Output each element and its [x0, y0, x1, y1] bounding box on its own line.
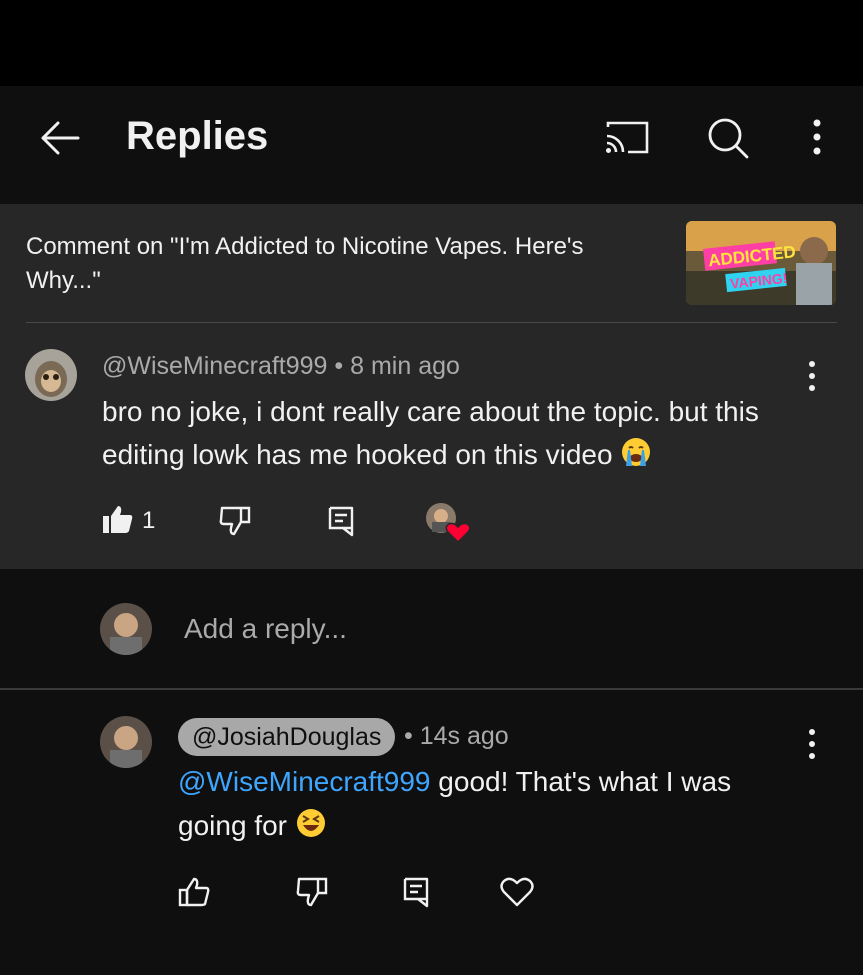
arrow-left-icon[interactable] [38, 120, 82, 156]
page-title: Replies [126, 114, 269, 158]
creator-heart-badge [425, 502, 471, 544]
comment-actions [176, 872, 576, 912]
mention-link[interactable]: @WiseMinecraft999 [178, 766, 431, 797]
comment-actions: 1 [100, 501, 500, 544]
separator-dot: • [404, 722, 413, 750]
dislike-icon[interactable] [219, 506, 251, 536]
video-thumbnail[interactable]: ADDICTED VAPING! [686, 221, 836, 305]
grinning-squinting-face-icon [296, 809, 325, 837]
comment-meta: • 14s ago [404, 722, 509, 751]
reply-icon[interactable] [402, 876, 430, 908]
comment-body: bro no joke, i dont really care about th… [102, 396, 759, 470]
like-icon[interactable] [178, 877, 210, 907]
like-count: 1 [142, 507, 156, 534]
divider [26, 322, 837, 323]
more-vertical-icon[interactable] [800, 360, 824, 392]
comment-body-line2: going for [178, 810, 287, 841]
dislike-icon[interactable] [296, 877, 328, 907]
avatar[interactable] [100, 716, 152, 768]
comment-time: 8 min ago [350, 352, 460, 380]
reply-composer: Add a reply... [0, 569, 863, 687]
heart-icon[interactable] [500, 877, 534, 907]
parent-comment-section: Comment on "I'm Addicted to Nicotine Vap… [0, 204, 863, 569]
separator-dot: • [334, 352, 344, 380]
comment-meta: @WiseMinecraft999 • 8 min ago [102, 352, 460, 381]
reply-icon[interactable] [327, 505, 355, 537]
comment-author[interactable]: @WiseMinecraft999 [102, 352, 327, 380]
status-bar [0, 0, 863, 86]
comment-body-line1: good! That's what I was [438, 766, 732, 797]
comment-text: @WiseMinecraft999 good! That's what I wa… [178, 760, 818, 848]
reply-comment: @JosiahDouglas • 14s ago @WiseMinecraft9… [0, 690, 863, 975]
avatar[interactable] [25, 349, 77, 401]
avatar [100, 603, 152, 655]
video-context-text[interactable]: Comment on "I'm Addicted to Nicotine Vap… [26, 230, 646, 298]
comment-time: 14s ago [419, 722, 509, 750]
cast-icon[interactable] [604, 119, 650, 155]
more-vertical-icon[interactable] [804, 118, 830, 158]
comment-text: bro no joke, i dont really care about th… [102, 390, 822, 476]
reply-author[interactable]: @JosiahDouglas [178, 718, 396, 756]
app-bar: Replies [0, 86, 863, 204]
loudly-crying-face-icon [622, 438, 651, 466]
like-filled-icon[interactable] [102, 504, 134, 534]
more-vertical-icon[interactable] [800, 728, 824, 760]
creator-heart-icon [426, 503, 471, 544]
search-icon[interactable] [706, 116, 750, 160]
reply-input[interactable]: Add a reply... [184, 613, 347, 645]
